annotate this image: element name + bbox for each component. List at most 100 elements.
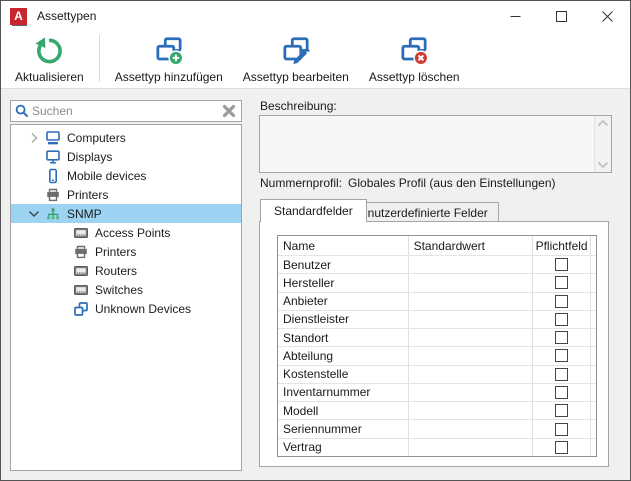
chevron-down-icon[interactable] [23, 206, 45, 222]
pflichtfeld-checkbox[interactable] [555, 385, 569, 399]
field-name: Seriennummer [278, 420, 409, 438]
tree-item-snmp-printers[interactable]: Printers [11, 242, 241, 261]
field-default-value[interactable] [409, 365, 534, 383]
column-header-name[interactable]: Name [278, 236, 409, 255]
refresh-icon [35, 37, 63, 64]
search-box [10, 100, 242, 122]
tree-item-routers[interactable]: Routers [11, 261, 241, 280]
column-header-standardwert[interactable]: Standardwert [409, 236, 534, 255]
tree-item-mobile-devices[interactable]: Mobile devices [11, 166, 241, 185]
network-device-icon [74, 227, 88, 238]
tree-item-label: Computers [67, 130, 126, 145]
pflichtfeld-checkbox[interactable] [555, 258, 569, 272]
refresh-button[interactable]: Aktualisieren [5, 31, 94, 88]
printer-icon [75, 245, 87, 258]
tree-item-computers[interactable]: Computers [11, 128, 241, 147]
table-row[interactable]: Seriennummer [278, 419, 596, 438]
tree-item-label: Printers [95, 244, 137, 259]
description-value [260, 116, 594, 172]
field-default-value[interactable] [409, 274, 534, 292]
field-default-value[interactable] [409, 310, 534, 329]
field-name: Modell [278, 402, 409, 420]
tree-item-label: Routers [95, 263, 138, 278]
column-header-filler [591, 236, 596, 255]
field-default-value[interactable] [409, 383, 534, 402]
field-default-value[interactable] [409, 347, 534, 365]
delete-assettype-button[interactable]: Assettyp löschen [359, 31, 470, 88]
field-name: Dienstleister [278, 310, 409, 329]
column-header-pflichtfeld[interactable]: Pflichtfeld [533, 236, 591, 255]
edit-assettype-button[interactable]: Assettyp bearbeiten [233, 31, 359, 88]
minimize-icon [510, 15, 520, 17]
pflichtfeld-checkbox[interactable] [555, 294, 569, 308]
tree-item-access-points[interactable]: Access Points [11, 223, 241, 242]
field-default-value[interactable] [409, 402, 534, 420]
field-name: Kostenstelle [278, 365, 409, 383]
scroll-up-icon[interactable] [597, 119, 609, 127]
pflichtfeld-checkbox[interactable] [555, 404, 569, 418]
pflichtfeld-checkbox[interactable] [555, 312, 569, 326]
tree-item-label: Displays [67, 149, 113, 164]
toolbar: Aktualisieren Assettyp hinzufügen Assett… [1, 31, 630, 89]
table-row[interactable]: Dienstleister [278, 309, 596, 329]
table-row[interactable]: Standort [278, 328, 596, 347]
app-icon: A [10, 7, 27, 26]
table-row[interactable]: Inventarnummer [278, 382, 596, 402]
search-input[interactable] [32, 102, 221, 120]
pflichtfeld-checkbox[interactable] [555, 276, 569, 290]
scroll-down-icon[interactable] [597, 161, 609, 169]
field-name: Benutzer [278, 256, 409, 274]
tree-item-displays[interactable]: Displays [11, 147, 241, 166]
table-row[interactable]: Abteilung [278, 346, 596, 365]
maximize-button[interactable] [538, 1, 584, 31]
number-profile-line: Nummernprofil: Globales Profil (aus den E… [260, 176, 555, 190]
field-default-value[interactable] [409, 329, 534, 347]
field-name: Inventarnummer [278, 383, 409, 402]
add-assettype-button[interactable]: Assettyp hinzufügen [105, 31, 233, 88]
tree-item-unknown-devices[interactable]: Unknown Devices [11, 299, 241, 318]
table-row[interactable]: Modell [278, 401, 596, 420]
tree-item-switches[interactable]: Switches [11, 280, 241, 299]
pflichtfeld-checkbox[interactable] [555, 349, 569, 363]
fields-table: Name Standardwert Pflichtfeld Benutzer H… [277, 235, 597, 457]
table-row[interactable]: Vertrag [278, 437, 596, 456]
table-row[interactable]: Benutzer [278, 255, 596, 274]
pflichtfeld-checkbox[interactable] [555, 440, 569, 454]
mobile-device-icon [49, 168, 58, 183]
tab-label: Standardfelder [274, 204, 353, 218]
pflichtfeld-checkbox[interactable] [555, 367, 569, 381]
tree-item-snmp[interactable]: SNMP [11, 204, 241, 223]
field-name: Hersteller [278, 274, 409, 292]
network-device-icon [74, 265, 88, 276]
close-icon [601, 10, 613, 22]
field-name: Vertrag [278, 438, 409, 456]
toolbar-separator [98, 35, 100, 82]
field-default-value[interactable] [409, 292, 534, 310]
pflichtfeld-checkbox[interactable] [555, 422, 569, 436]
main-content: Computers Displays Mobile devices [1, 89, 630, 480]
tree-item-printers[interactable]: Printers [11, 185, 241, 204]
minimize-button[interactable] [492, 1, 538, 31]
field-default-value[interactable] [409, 420, 534, 438]
table-row[interactable]: Kostenstelle [278, 364, 596, 383]
network-device-icon [74, 284, 88, 295]
table-header-row: Name Standardwert Pflichtfeld [278, 236, 596, 255]
pflichtfeld-checkbox[interactable] [555, 331, 569, 345]
description-textarea[interactable] [259, 115, 612, 173]
tree-item-label: SNMP [67, 206, 102, 221]
chevron-right-icon[interactable] [23, 130, 45, 146]
description-scrollbar[interactable] [594, 116, 611, 172]
field-default-value[interactable] [409, 438, 534, 456]
description-label: Beschreibung: [260, 99, 337, 113]
number-profile-value: Globales Profil (aus den Einstellungen) [348, 176, 556, 190]
field-name: Abteilung [278, 347, 409, 365]
printer-icon [47, 188, 59, 201]
table-row[interactable]: Hersteller [278, 273, 596, 292]
tab-standardfelder[interactable]: Standardfelder [260, 199, 367, 222]
clear-search-icon[interactable] [221, 103, 237, 119]
asset-delete-icon [401, 37, 429, 66]
window-title: Assettypen [37, 9, 97, 23]
table-row[interactable]: Anbieter [278, 291, 596, 310]
field-default-value[interactable] [409, 256, 534, 274]
close-button[interactable] [584, 1, 630, 31]
